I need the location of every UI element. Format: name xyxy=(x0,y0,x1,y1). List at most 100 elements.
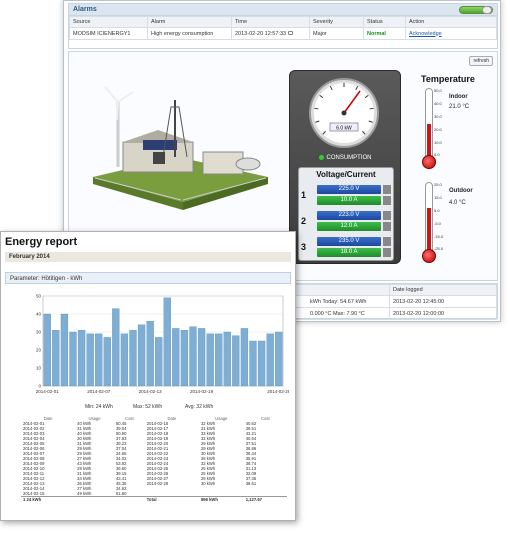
report-parameter: Parameter: Hötitigen - kWh xyxy=(5,272,291,284)
turbine-blade xyxy=(104,86,119,103)
report-total-cell: Total xyxy=(144,496,199,502)
outdoor-tick: 15.0 xyxy=(434,195,442,200)
phase-1-voltage: 225.0 V xyxy=(317,185,391,194)
col-alarm: Alarm xyxy=(147,16,232,28)
bar-end xyxy=(383,237,391,246)
gauge-hub xyxy=(341,110,347,116)
alarm-text: High energy consumption xyxy=(147,27,232,40)
outdoor-tick: 25.0 xyxy=(434,182,442,187)
phase-3-current-text: 18.0 A xyxy=(340,249,358,255)
alarm-status: Normal xyxy=(363,27,406,40)
storage-tank xyxy=(235,157,261,171)
gauge-reading: 6.0 kW xyxy=(336,126,352,132)
comment-icon[interactable] xyxy=(288,31,294,36)
outdoor-thermometer: 25.0 15.0 5.0 -5.0 -15.0 -25.0 xyxy=(415,182,445,264)
consumption-indicator: CONSUMPTION xyxy=(290,155,400,161)
chart-bar xyxy=(163,297,171,387)
indoor-tick: 20.0 xyxy=(434,127,442,132)
phase-3-label: 3 xyxy=(301,242,307,252)
chart-bar xyxy=(69,331,77,387)
usage-bar-chart: 50403020100kWh2014-02-012014-02-072014-0… xyxy=(31,292,289,402)
chart-bar xyxy=(155,337,163,387)
y-tick-label: 20 xyxy=(36,348,42,353)
phase-1-label: 1 xyxy=(301,190,307,200)
alarms-table: Source Alarm Time Severity Status Action… xyxy=(69,16,497,40)
toggle-knob[interactable] xyxy=(482,6,492,14)
x-tick-label: 2014-02-19 xyxy=(190,389,214,394)
x-tick-label: 2014-02-28 xyxy=(267,389,289,394)
indoor-thermometer: 50.0 40.0 30.0 20.0 10.0 0.0 xyxy=(415,88,445,170)
chart-bar xyxy=(52,330,60,387)
alarm-source: MODSIM ICIENERGY1 xyxy=(69,27,148,40)
consumption-gauge: 6.0 kW xyxy=(309,78,379,148)
y-tick-label: 0 xyxy=(38,384,41,389)
chart-bar xyxy=(206,333,214,387)
stat-avg: Avg: 32 kWh xyxy=(185,404,214,410)
bar-end xyxy=(383,222,391,231)
col-action: Action xyxy=(405,16,497,28)
indoor-bulb xyxy=(422,155,436,169)
alarms-header-row: Source Alarm Time Severity Status Action xyxy=(69,16,497,28)
indoor-tick: 30.0 xyxy=(434,114,442,119)
gauge-tick xyxy=(369,107,374,110)
chart-bar xyxy=(120,333,129,387)
chart-bar xyxy=(266,333,274,387)
temperature-title: Temperature xyxy=(421,74,475,84)
gauge-tick xyxy=(314,107,319,110)
phase-3-current: 18.0 A xyxy=(317,248,391,257)
phase-2-label: 2 xyxy=(301,216,307,226)
x-tick-label: 2014-02-07 xyxy=(87,389,111,394)
report-total-cell: 1 24 kWh xyxy=(21,496,76,502)
report-table: Date Usage Cost Date Usage Cost 2014-02-01 40 k… xyxy=(21,416,287,502)
phase-2-current-text: 12.0 A xyxy=(340,223,358,229)
phase-1-current: 10.0 A xyxy=(317,196,391,205)
bar-end xyxy=(383,248,391,257)
chart-bar xyxy=(275,331,283,387)
x-tick-label: 2014-02-13 xyxy=(139,389,163,394)
y-tick-label: 50 xyxy=(36,294,42,299)
chart-bar xyxy=(146,321,154,387)
refresh-button[interactable]: refresh xyxy=(469,56,493,66)
phase-2-current: 12.0 A xyxy=(317,222,391,231)
alarm-row[interactable]: MODSIM ICIENERGY1 High energy consumptio… xyxy=(69,27,497,40)
col-time: Time xyxy=(231,16,310,28)
voltage-current-panel: Voltage/Current 1 225.0 V 10.0 A 2 223.0… xyxy=(298,167,394,261)
chart-bar xyxy=(60,313,69,387)
chart-bar xyxy=(129,330,137,387)
solar-panel xyxy=(143,140,177,150)
indoor-label: Indoor xyxy=(449,94,468,100)
outdoor-tick: -5.0 xyxy=(434,221,441,226)
chart-bar xyxy=(86,333,94,387)
phase-1-voltage-text: 225.0 V xyxy=(338,186,360,192)
phase-2-voltage: 223.0 V xyxy=(317,211,391,220)
col-source: Source xyxy=(69,16,148,28)
turbine-blade xyxy=(117,91,134,103)
transformer xyxy=(153,152,165,164)
bar-end xyxy=(383,196,391,205)
col-severity: Severity xyxy=(309,16,364,28)
indoor-value: 21.0 °C xyxy=(449,104,470,110)
chart-bar xyxy=(240,328,249,387)
alarm-time-text: 2013-02-20 12:57:33 xyxy=(235,30,287,37)
indoor-tick: 10.0 xyxy=(434,140,442,145)
indoor-tick: 50.0 xyxy=(434,88,442,93)
chart-bar xyxy=(257,340,266,387)
energy-report-window: Energy report February 2014 Parameter: H… xyxy=(0,231,296,521)
phase-1-current-text: 10.0 A xyxy=(340,197,358,203)
acknowledge-link[interactable]: Acknowledge xyxy=(409,31,442,37)
chart-bar xyxy=(232,335,240,387)
chart-bar xyxy=(77,330,86,387)
bar-end xyxy=(383,185,391,194)
indoor-tick: 40.0 xyxy=(434,101,442,106)
report-stats: Min: 24 kWh Max: 52 kWh Avg: 32 kWh xyxy=(1,404,297,414)
outdoor-tick: 5.0 xyxy=(434,208,440,213)
chart-bar xyxy=(189,326,197,387)
chart-bar xyxy=(112,308,120,387)
col-status: Status xyxy=(363,16,406,28)
stat-max: Max: 52 kWh xyxy=(133,404,163,410)
alarms-toggle[interactable] xyxy=(459,6,493,14)
log-date: 2013-02-20 12:00:00 xyxy=(389,307,497,320)
outdoor-tick: -15.0 xyxy=(434,234,444,239)
report-total-cell xyxy=(75,496,114,502)
y-tick-label: 30 xyxy=(36,330,42,335)
